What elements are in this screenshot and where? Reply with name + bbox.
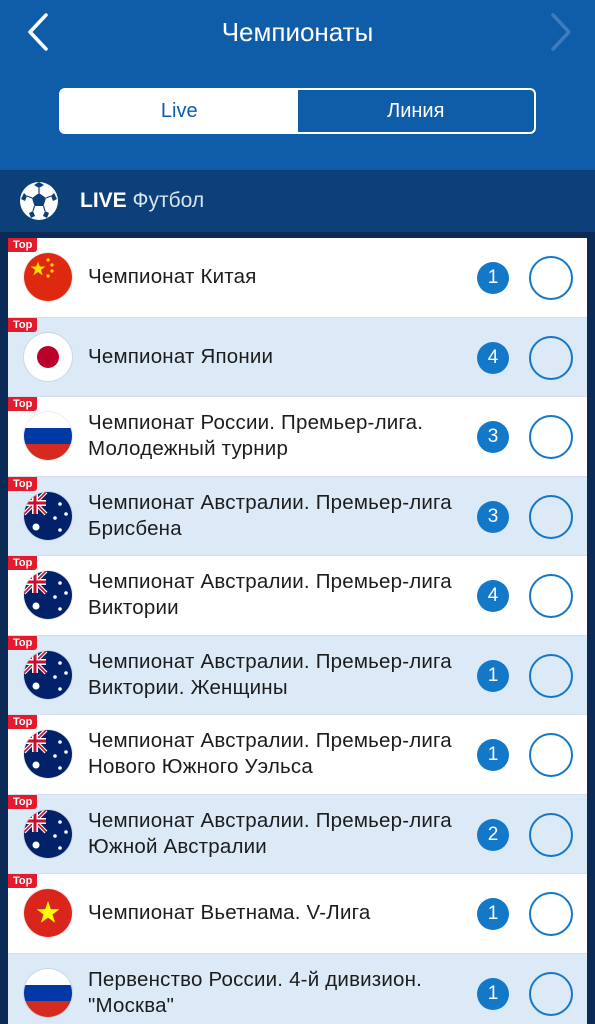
championship-name: Первенство России. 4-й дивизион. "Москва… (88, 967, 423, 1017)
russia-flag-icon (24, 968, 72, 1017)
championship-row[interactable]: Top Чемпионат Вьетнама. V-Лига 1 (8, 874, 587, 954)
championship-row[interactable]: Первенство России. 4-й дивизион. "Москва… (8, 953, 587, 1024)
australia-flag-icon (24, 571, 72, 619)
top-badge: Top (8, 556, 38, 570)
sport-label: Футбол (132, 189, 205, 212)
page-title: Чемпионаты (221, 17, 374, 47)
top-badge: Top (8, 874, 38, 888)
soccer-ball-icon (20, 182, 58, 220)
championship-name: Чемпионат Японии (88, 344, 274, 368)
championship-name: Чемпионат Австралии. Премьер-лига Брисбе… (88, 490, 452, 540)
select-circle[interactable] (529, 415, 573, 459)
vietnam-flag-icon (24, 889, 72, 937)
event-count-badge: 1 (477, 659, 509, 692)
australia-flag-icon (24, 491, 72, 540)
top-badge: Top (8, 794, 38, 809)
event-count-badge: 3 (477, 421, 509, 453)
australia-flag-icon (24, 650, 72, 699)
select-circle[interactable] (529, 256, 573, 300)
championship-row[interactable]: Top Чемпионат России. Премьер-лига. Моло… (8, 397, 587, 477)
championship-name: Чемпионат Австралии. Премьер-лига Виктор… (88, 649, 452, 699)
top-badge: Top (8, 397, 38, 411)
russia-flag-icon (24, 412, 72, 460)
top-badge: Top (8, 476, 38, 491)
championship-row[interactable]: Top Чемпионат Японии 4 (8, 317, 587, 397)
championship-row[interactable]: Top Чемпионат Австралии. Премьер-лига Юж… (8, 794, 587, 874)
event-count-badge: 1 (477, 977, 509, 1010)
australia-flag-icon (24, 809, 72, 858)
event-count-badge: 1 (477, 898, 509, 930)
top-badge: Top (8, 635, 38, 650)
championship-row[interactable]: Top Чемпионат Австралии. Премьер-лига Но… (8, 715, 587, 795)
select-circle[interactable] (529, 812, 573, 857)
championship-list: Top Чемпионат Китая 1 Top Чемпионат Япон… (8, 238, 587, 1024)
japan-flag-icon (24, 332, 72, 381)
championship-name: Чемпионат Китая (88, 265, 257, 288)
chevron-right-icon (551, 13, 571, 51)
select-circle[interactable] (529, 494, 573, 539)
championship-name: Чемпионат Австралии. Премьер-лига Южной … (88, 808, 452, 858)
championship-name: Чемпионат Австралии. Премьер-лига Виктор… (88, 570, 452, 619)
championship-name: Чемпионат Австралии. Премьер-лига Нового… (88, 729, 452, 778)
section-title: LIVE Футбол (80, 189, 204, 213)
top-badge: Top (8, 715, 38, 729)
select-circle[interactable] (529, 733, 573, 777)
event-count-badge: 3 (477, 500, 509, 533)
select-circle[interactable] (529, 892, 573, 936)
championship-row[interactable]: Top Чемпионат Австралии. Премьер-лига Ви… (8, 635, 587, 715)
championship-name: Чемпионат России. Премьер-лига. Молодежн… (88, 411, 424, 460)
select-circle[interactable] (529, 971, 573, 1016)
top-badge: Top (8, 317, 38, 332)
event-count-badge: 1 (477, 262, 509, 294)
header: Чемпионаты Live Линия (0, 0, 595, 170)
select-circle[interactable] (529, 653, 573, 698)
tab-live[interactable]: Live (61, 90, 298, 132)
championship-row[interactable]: Top Чемпионат Китая 1 (8, 238, 587, 318)
championship-row[interactable]: Top Чемпионат Австралии. Премьер-лига Бр… (8, 476, 587, 556)
top-badge: Top (8, 238, 38, 252)
section-header: LIVE Футбол (0, 170, 595, 232)
event-count-badge: 1 (477, 739, 509, 771)
championship-name: Чемпионат Вьетнама. V-Лига (88, 901, 371, 924)
china-flag-icon (24, 253, 72, 301)
mode-segmented-control: Live Линия (59, 88, 536, 134)
live-label: LIVE (80, 189, 127, 212)
championship-row[interactable]: Top Чемпионат Австралии. Премьер-лига Ви… (8, 556, 587, 636)
select-circle[interactable] (529, 335, 573, 380)
event-count-badge: 4 (477, 580, 509, 612)
forward-button[interactable] (541, 10, 581, 54)
event-count-badge: 2 (477, 818, 509, 851)
tab-line[interactable]: Линия (298, 90, 535, 132)
australia-flag-icon (24, 730, 72, 778)
event-count-badge: 4 (477, 341, 509, 374)
select-circle[interactable] (529, 574, 573, 618)
